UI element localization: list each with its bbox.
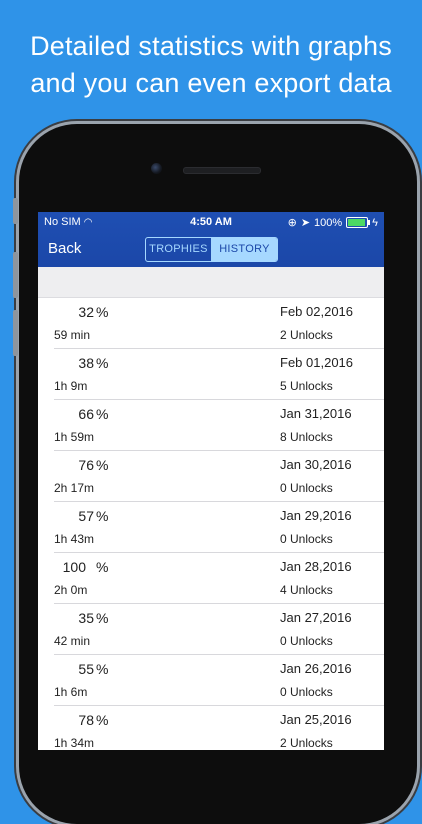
- row-percent: 76: [78, 457, 94, 473]
- row-unlocks: 8 Unlocks: [280, 430, 333, 444]
- row-percent-symbol: %: [96, 304, 109, 320]
- row-duration: 1h 9m: [54, 379, 88, 393]
- row-percent-symbol: %: [96, 508, 109, 524]
- row-duration: 1h 6m: [54, 685, 88, 699]
- row-percent: 66: [78, 406, 94, 422]
- row-duration: 1h 43m: [54, 532, 95, 546]
- row-unlocks: 0 Unlocks: [280, 481, 333, 495]
- row-percent-symbol: %: [96, 457, 109, 473]
- row-unlocks: 0 Unlocks: [280, 634, 333, 648]
- location-icon: ➤: [300, 217, 311, 229]
- row-date: Jan 25,2016: [280, 712, 352, 727]
- row-date: Jan 30,2016: [280, 457, 352, 472]
- battery-icon: [346, 217, 371, 228]
- row-date: Jan 27,2016: [280, 610, 352, 625]
- row-date: Feb 02,2016: [280, 304, 354, 319]
- row-percent-symbol: %: [96, 406, 109, 422]
- earpiece-speaker: [183, 167, 261, 174]
- charging-icon: ϟ: [372, 216, 378, 229]
- row-date: Feb 01,2016: [280, 355, 354, 370]
- status-bar: No SIM ◠ 4:50 AM ⊕ ➤ 100% ϟ: [38, 216, 384, 230]
- phone-screen: No SIM ◠ 4:50 AM ⊕ ➤ 100% ϟ Back TROPHIES…: [38, 212, 384, 750]
- table-row[interactable]: 32% 59 min Feb 02,2016 2 Unlocks: [54, 298, 384, 349]
- battery-percent: 100%: [314, 216, 343, 229]
- back-button[interactable]: Back: [48, 240, 81, 257]
- table-row[interactable]: 100% 2h 0m Jan 28,2016 4 Unlocks: [54, 553, 384, 604]
- status-right: ⊕ ➤ 100% ϟ: [287, 216, 378, 230]
- row-duration: 1h 59m: [54, 430, 95, 444]
- row-duration: 2h 17m: [54, 481, 95, 495]
- row-duration: 2h 0m: [54, 583, 88, 597]
- row-unlocks: 5 Unlocks: [280, 379, 333, 393]
- row-duration: 42 min: [54, 634, 91, 648]
- row-unlocks: 4 Unlocks: [280, 583, 333, 597]
- navigation-bar: No SIM ◠ 4:50 AM ⊕ ➤ 100% ϟ Back TROPHIES…: [38, 212, 384, 267]
- table-row[interactable]: 35% 42 min Jan 27,2016 0 Unlocks: [54, 604, 384, 655]
- segmented-control: TROPHIES HISTORY: [145, 237, 278, 262]
- row-unlocks: 0 Unlocks: [280, 532, 333, 546]
- table-row[interactable]: 38% 1h 9m Feb 01,2016 5 Unlocks: [54, 349, 384, 400]
- row-percent-symbol: %: [96, 610, 109, 626]
- row-percent: 35: [78, 610, 94, 626]
- row-unlocks: 2 Unlocks: [280, 328, 333, 342]
- table-row[interactable]: 76% 2h 17m Jan 30,2016 0 Unlocks: [54, 451, 384, 502]
- table-row[interactable]: 66% 1h 59m Jan 31,2016 8 Unlocks: [54, 400, 384, 451]
- row-percent: 57: [78, 508, 94, 524]
- tab-history[interactable]: HISTORY: [212, 238, 277, 261]
- row-duration: 59 min: [54, 328, 91, 342]
- mute-switch: [13, 198, 18, 224]
- headline-line-2: and you can even export data: [30, 68, 392, 98]
- row-unlocks: 0 Unlocks: [280, 685, 333, 699]
- table-row[interactable]: 55% 1h 6m Jan 26,2016 0 Unlocks: [54, 655, 384, 706]
- promo-headline: Detailed statistics with graphs and you …: [0, 28, 422, 102]
- row-percent: 55: [78, 661, 94, 677]
- row-percent: 100: [62, 559, 86, 575]
- volume-down-button: [13, 310, 18, 356]
- front-camera-icon: [151, 163, 162, 174]
- row-percent-symbol: %: [96, 559, 109, 575]
- row-date: Jan 29,2016: [280, 508, 352, 523]
- row-unlocks: 2 Unlocks: [280, 736, 333, 750]
- volume-up-button: [13, 252, 18, 298]
- headline-line-1: Detailed statistics with graphs: [30, 31, 392, 61]
- row-date: Jan 26,2016: [280, 661, 352, 676]
- row-percent-symbol: %: [96, 355, 109, 371]
- table-row[interactable]: 57% 1h 43m Jan 29,2016 0 Unlocks: [54, 502, 384, 553]
- row-date: Jan 28,2016: [280, 559, 352, 574]
- history-list: 32% 59 min Feb 02,2016 2 Unlocks 38% 1h 9m Feb…: [38, 298, 384, 750]
- row-percent-symbol: %: [96, 712, 109, 728]
- row-date: Jan 31,2016: [280, 406, 352, 421]
- row-duration: 1h 34m: [54, 736, 95, 750]
- row-percent: 78: [78, 712, 94, 728]
- table-row[interactable]: 78% 1h 34m Jan 25,2016 2 Unlocks: [54, 706, 384, 750]
- rotation-lock-icon: ⊕: [287, 217, 297, 229]
- section-header: [38, 267, 384, 298]
- row-percent: 38: [78, 355, 94, 371]
- tab-trophies[interactable]: TROPHIES: [146, 238, 212, 261]
- row-percent-symbol: %: [96, 661, 109, 677]
- row-percent: 32: [78, 304, 94, 320]
